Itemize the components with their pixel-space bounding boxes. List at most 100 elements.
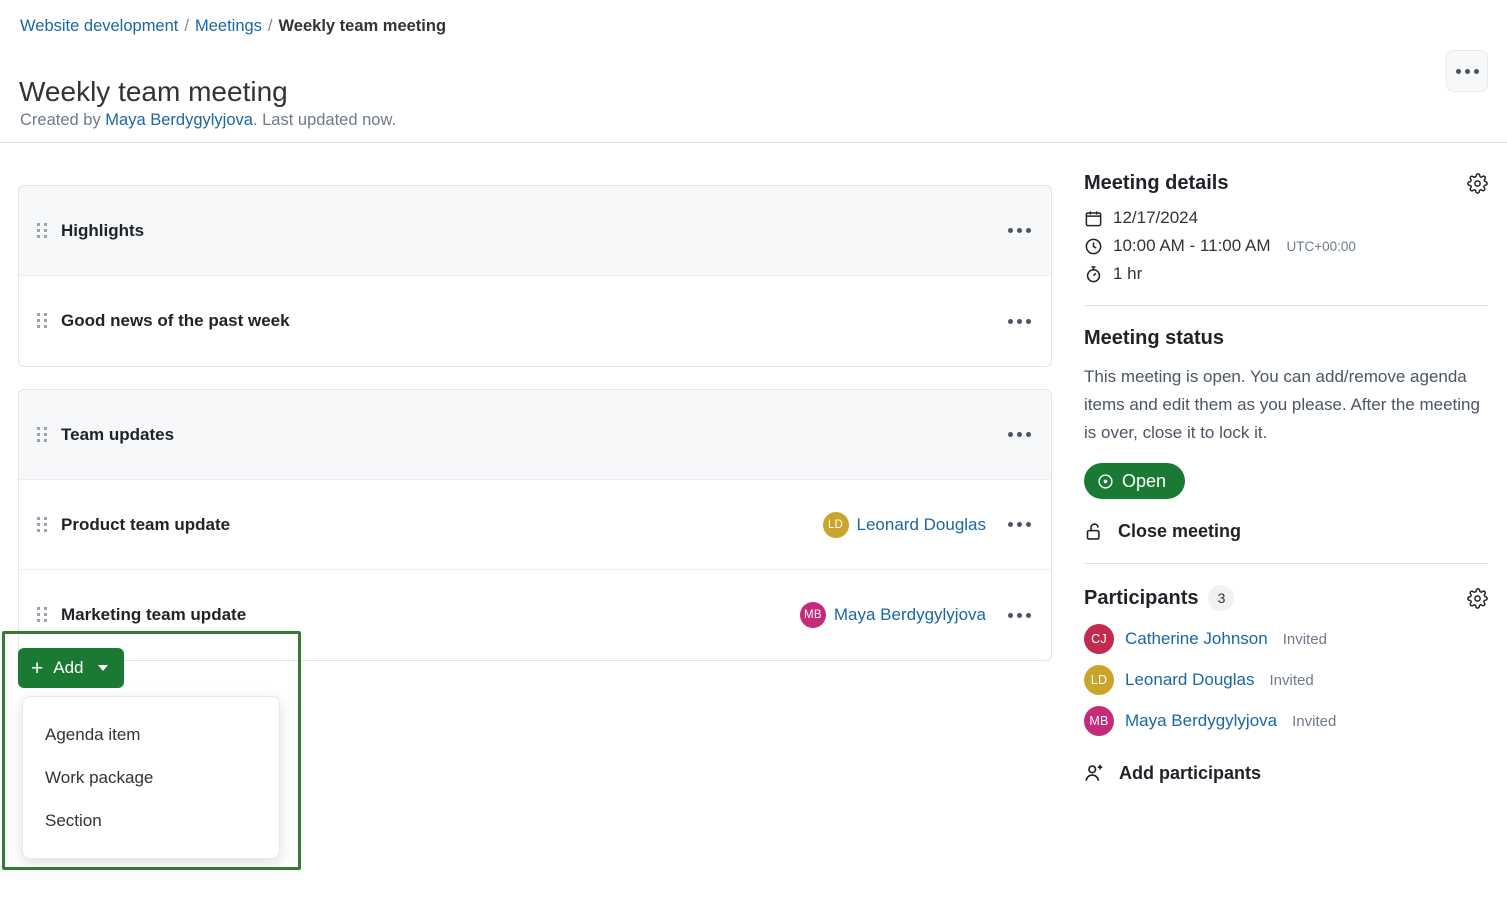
meeting-duration: 1 hr: [1084, 264, 1488, 284]
close-meeting-label: Close meeting: [1118, 521, 1242, 541]
participant-name[interactable]: Leonard Douglas: [1125, 670, 1254, 690]
agenda-section-title: Team updates: [61, 424, 175, 444]
more-dot-icon: [1455, 68, 1461, 74]
agenda-section-card: Highlights Good news of the past week: [18, 185, 1052, 367]
breadcrumb-project[interactable]: Website development: [20, 17, 178, 35]
more-dot-icon: [1008, 522, 1013, 527]
meeting-status-header: Meeting status: [1084, 327, 1488, 350]
agenda-section-menu-button[interactable]: [1008, 228, 1031, 233]
drag-handle-icon[interactable]: [37, 516, 48, 533]
drag-handle-icon[interactable]: [37, 426, 48, 443]
participant-row[interactable]: CJ Catherine Johnson Invited: [1084, 624, 1488, 654]
page-more-menu-button[interactable]: [1446, 50, 1488, 92]
more-dot-icon: [1008, 228, 1013, 233]
agenda-item-title: Marketing team update: [61, 605, 247, 624]
menu-item-work-package[interactable]: Work package: [23, 756, 279, 799]
more-dot-icon: [1026, 522, 1031, 527]
breadcrumb-separator-2: /: [267, 17, 273, 35]
participant-status: Invited: [1292, 712, 1337, 730]
participants-count-badge: 3: [1208, 585, 1235, 611]
agenda-item-menu-button[interactable]: [1008, 522, 1031, 527]
agenda-item-menu-button[interactable]: [1008, 612, 1031, 618]
unlock-icon: [1084, 521, 1105, 542]
participant-status: Invited: [1282, 630, 1327, 648]
more-dot-icon: [1017, 432, 1022, 437]
breadcrumb: Website development / Meetings / Weekly team…: [20, 14, 446, 38]
last-updated-text: . Last updated now.: [252, 111, 397, 129]
participant-row[interactable]: LD Leonard Douglas Invited: [1084, 665, 1488, 695]
more-dot-icon: [1017, 318, 1022, 324]
page-title: Weekly team meeting: [19, 75, 288, 107]
more-dot-icon: [1008, 612, 1013, 618]
add-control: + Add Agenda item Work package Section: [18, 648, 280, 859]
agenda-section-header[interactable]: Highlights: [19, 186, 1051, 276]
avatar: MB: [799, 602, 826, 628]
breadcrumb-meetings[interactable]: Meetings: [195, 17, 262, 35]
more-dot-icon: [1026, 228, 1031, 233]
participant-name[interactable]: Maya Berdygylyjova: [1125, 711, 1277, 731]
menu-item-agenda-item[interactable]: Agenda item: [23, 713, 279, 756]
avatar: LD: [822, 511, 849, 538]
agenda-item-presenter[interactable]: LD Leonard Douglas: [822, 511, 986, 538]
presenter-name[interactable]: Maya Berdygylyjova: [834, 605, 986, 625]
agenda-section-header[interactable]: Team updates: [19, 390, 1051, 480]
more-dot-icon: [1017, 522, 1022, 527]
page-subtitle: Created by Maya Berdygylyjova. Last upda…: [20, 108, 396, 132]
meeting-sidebar: Meeting details 12/17/2024 10:00 AM - 11…: [1084, 172, 1488, 784]
agenda-item-presenter[interactable]: MB Maya Berdygylyjova: [799, 602, 986, 628]
avatar: MB: [1084, 706, 1114, 736]
drag-handle-icon[interactable]: [37, 222, 48, 239]
more-dot-icon: [1017, 612, 1022, 618]
agenda-section-card: Team updates Product team update LD Leon…: [18, 389, 1052, 661]
breadcrumb-current: Weekly team meeting: [278, 17, 447, 35]
agenda-section-menu-button[interactable]: [1008, 432, 1031, 437]
close-meeting-button[interactable]: Close meeting: [1084, 521, 1488, 542]
chevron-down-icon: [97, 665, 108, 671]
calendar-icon: [1084, 209, 1103, 228]
participants-heading-wrap: Participants 3: [1084, 585, 1235, 611]
stopwatch-icon: [1084, 265, 1103, 284]
circle-dot-icon: [1097, 473, 1114, 490]
meeting-status-heading: Meeting status: [1084, 327, 1225, 349]
meeting-date: 12/17/2024: [1084, 208, 1488, 228]
agenda-item-row[interactable]: Marketing team update MB Maya Berdygylyj…: [19, 570, 1051, 660]
gear-icon[interactable]: [1467, 587, 1488, 609]
meeting-time: 10:00 AM - 11:00 AM UTC+00:00: [1084, 236, 1488, 256]
menu-item-section[interactable]: Section: [23, 799, 279, 842]
meeting-page: Website development / Meetings / Weekly team…: [0, 0, 1507, 920]
status-badge[interactable]: Open: [1084, 463, 1186, 499]
sidebar-divider: [1084, 563, 1488, 564]
clock-icon: [1084, 237, 1103, 256]
plus-icon: +: [31, 656, 44, 680]
created-by-prefix: Created by: [20, 111, 106, 129]
more-dot-icon: [1026, 612, 1031, 618]
participant-status: Invited: [1269, 671, 1314, 689]
agenda-list: Highlights Good news of the past week Te…: [18, 185, 1052, 683]
agenda-item-title: Good news of the past week: [61, 311, 290, 330]
header-divider: [0, 142, 1507, 143]
meeting-details-header: Meeting details: [1084, 172, 1488, 195]
drag-handle-icon[interactable]: [37, 313, 48, 330]
more-dot-icon: [1017, 228, 1022, 233]
participants-header: Participants 3: [1084, 585, 1488, 611]
gear-icon[interactable]: [1467, 173, 1488, 194]
participant-name[interactable]: Catherine Johnson: [1125, 629, 1268, 649]
created-by-user-link[interactable]: Maya Berdygylyjova: [105, 111, 253, 129]
meeting-duration-value: 1 hr: [1113, 264, 1143, 283]
add-button[interactable]: + Add: [18, 648, 124, 688]
add-button-label: Add: [53, 658, 84, 677]
participant-row[interactable]: MB Maya Berdygylyjova Invited: [1084, 706, 1488, 736]
status-badge-label: Open: [1122, 470, 1167, 491]
more-dot-icon: [1464, 68, 1470, 74]
avatar: LD: [1084, 665, 1114, 695]
breadcrumb-separator-1: /: [184, 17, 189, 35]
agenda-item-row[interactable]: Good news of the past week: [19, 276, 1051, 366]
add-participants-button[interactable]: Add participants: [1084, 762, 1488, 784]
agenda-section-title: Highlights: [61, 220, 145, 240]
agenda-item-menu-button[interactable]: [1008, 318, 1031, 324]
presenter-name[interactable]: Leonard Douglas: [857, 515, 986, 535]
drag-handle-icon[interactable]: [37, 607, 48, 624]
agenda-item-row[interactable]: Product team update LD Leonard Douglas: [19, 480, 1051, 570]
add-dropdown-menu: Agenda item Work package Section: [22, 696, 280, 859]
more-dot-icon: [1008, 318, 1013, 324]
